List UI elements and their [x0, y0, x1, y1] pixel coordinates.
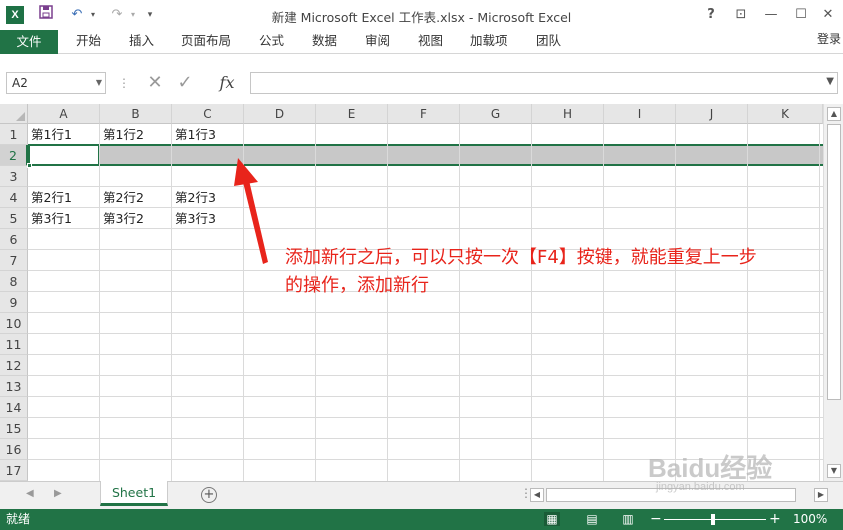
- normal-view-icon[interactable]: ▦: [544, 512, 560, 526]
- cell-b1[interactable]: 第1行2: [100, 124, 172, 145]
- annotation-line-2: 的操作，添加新行: [285, 275, 429, 296]
- annotation-line-1: 添加新行之后，可以只按一次【F4】按键，就能重复上一步: [285, 247, 757, 268]
- vertical-scroll-thumb[interactable]: [827, 124, 841, 400]
- tab-addins[interactable]: 加载项: [470, 30, 508, 54]
- row-header-14[interactable]: 14: [0, 397, 28, 418]
- row-header-10[interactable]: 10: [0, 313, 28, 334]
- column-header-j[interactable]: J: [676, 104, 748, 124]
- name-box-dropdown-icon[interactable]: ▼: [96, 73, 102, 93]
- row-header-16[interactable]: 16: [0, 439, 28, 460]
- name-box[interactable]: A2 ▼: [6, 72, 106, 94]
- insert-function-icon[interactable]: fx: [214, 72, 240, 94]
- row-header-6[interactable]: 6: [0, 229, 28, 250]
- sheet-tab-sheet1[interactable]: Sheet1: [100, 481, 168, 506]
- horizontal-scroll-thumb[interactable]: [546, 488, 796, 502]
- tab-formulas[interactable]: 公式: [259, 30, 284, 54]
- row-header-3[interactable]: 3: [0, 166, 28, 187]
- status-text: 就绪: [6, 512, 31, 526]
- formula-input[interactable]: ▼: [250, 72, 838, 94]
- row-header-1[interactable]: 1: [0, 124, 28, 145]
- cell-a1[interactable]: 第1行1: [28, 124, 100, 145]
- vertical-scrollbar[interactable]: ▲ ▼: [823, 104, 843, 481]
- column-header-d[interactable]: D: [244, 104, 316, 124]
- expand-formula-bar-icon[interactable]: ▼: [826, 76, 834, 87]
- name-box-value: A2: [12, 76, 28, 90]
- ribbon-tabs: 文件 开始 插入 页面布局 公式 数据 审阅 视图 加载项 团队 登录: [0, 30, 843, 54]
- selected-row-2[interactable]: [28, 144, 823, 166]
- tab-page-layout[interactable]: 页面布局: [181, 30, 231, 54]
- page-layout-view-icon[interactable]: ▤: [584, 512, 600, 526]
- scroll-right-icon[interactable]: ▶: [814, 488, 828, 502]
- tab-view[interactable]: 视图: [418, 30, 443, 54]
- formula-bar-grip-icon: ⋮: [118, 76, 130, 90]
- row-header-5[interactable]: 5: [0, 208, 28, 229]
- cell-area[interactable]: 第1行1 第1行2 第1行3 第2行1 第2行2 第2行3 第3行1 第3行2 …: [27, 124, 823, 481]
- column-header-g[interactable]: G: [460, 104, 532, 124]
- row-header-2[interactable]: 2: [0, 145, 28, 166]
- help-button[interactable]: ?: [700, 4, 722, 26]
- active-cell-a2[interactable]: [28, 144, 100, 166]
- scroll-left-icon[interactable]: ◀: [530, 488, 544, 502]
- cell-a5[interactable]: 第3行1: [28, 208, 100, 229]
- select-all-button[interactable]: [0, 104, 28, 124]
- title-bar: X ↶ ▾ ↷ ▾ ▾ 新建 Microsoft Excel 工作表.xlsx …: [0, 0, 843, 30]
- formula-bar-area: A2 ▼ ⋮ ✕ ✓ fx ▼: [0, 54, 843, 104]
- cell-c4[interactable]: 第2行3: [172, 187, 244, 208]
- column-header-e[interactable]: E: [316, 104, 388, 124]
- column-header-h[interactable]: H: [532, 104, 604, 124]
- column-header-k[interactable]: K: [748, 104, 823, 124]
- column-header-c[interactable]: C: [172, 104, 244, 124]
- cell-b4[interactable]: 第2行2: [100, 187, 172, 208]
- horizontal-scrollbar[interactable]: ◀ ▶: [530, 488, 828, 504]
- confirm-entry-icon[interactable]: ✓: [172, 72, 198, 94]
- column-header-a[interactable]: A: [28, 104, 100, 124]
- new-sheet-icon[interactable]: +: [201, 487, 217, 503]
- cell-b5[interactable]: 第3行2: [100, 208, 172, 229]
- page-break-preview-icon[interactable]: ▥: [620, 512, 636, 526]
- scroll-up-icon[interactable]: ▲: [827, 107, 841, 121]
- sign-in-link[interactable]: 登录: [817, 30, 843, 52]
- row-header-4[interactable]: 4: [0, 187, 28, 208]
- sheet-prev-icon[interactable]: ◀: [26, 488, 34, 499]
- tab-file[interactable]: 文件: [0, 30, 58, 54]
- minimize-button[interactable]: —: [760, 4, 782, 26]
- restore-button[interactable]: ☐: [790, 4, 812, 26]
- tab-review[interactable]: 审阅: [365, 30, 390, 54]
- row-header-8[interactable]: 8: [0, 271, 28, 292]
- fill-handle[interactable]: [27, 163, 32, 168]
- cell-a4[interactable]: 第2行1: [28, 187, 100, 208]
- tab-insert[interactable]: 插入: [129, 30, 154, 54]
- zoom-slider-thumb[interactable]: [711, 514, 715, 525]
- zoom-level[interactable]: 100%: [793, 509, 827, 530]
- tab-data[interactable]: 数据: [312, 30, 337, 54]
- column-header-f[interactable]: F: [388, 104, 460, 124]
- tab-home[interactable]: 开始: [76, 30, 101, 54]
- zoom-in-button[interactable]: +: [769, 509, 781, 530]
- scroll-down-icon[interactable]: ▼: [827, 464, 841, 478]
- row-header-9[interactable]: 9: [0, 292, 28, 313]
- tab-team[interactable]: 团队: [536, 30, 561, 54]
- zoom-out-button[interactable]: −: [650, 509, 662, 530]
- excel-window: X ↶ ▾ ↷ ▾ ▾ 新建 Microsoft Excel 工作表.xlsx …: [0, 0, 843, 530]
- row-header-17[interactable]: 17: [0, 460, 28, 481]
- row-header-12[interactable]: 12: [0, 355, 28, 376]
- close-button[interactable]: ✕: [817, 4, 839, 26]
- ribbon-display-options-button[interactable]: ⊡: [730, 4, 752, 26]
- column-header-i[interactable]: I: [604, 104, 676, 124]
- row-header-13[interactable]: 13: [0, 376, 28, 397]
- cell-c5[interactable]: 第3行3: [172, 208, 244, 229]
- row-header-15[interactable]: 15: [0, 418, 28, 439]
- cancel-entry-icon[interactable]: ✕: [142, 72, 168, 94]
- status-bar: 就绪 ▦ ▤ ▥ − + 100%: [0, 509, 843, 530]
- zoom-slider[interactable]: [664, 519, 766, 520]
- sheet-tab-bar: ◀ ▶ Sheet1 + ⋮ ◀ ▶: [0, 481, 843, 509]
- cell-c1[interactable]: 第1行3: [172, 124, 244, 145]
- row-header-7[interactable]: 7: [0, 250, 28, 271]
- sheet-next-icon[interactable]: ▶: [54, 488, 62, 499]
- row-header-11[interactable]: 11: [0, 334, 28, 355]
- annotation-text: 添加新行之后，可以只按一次【F4】按键，就能重复上一步 的操作，添加新行: [285, 244, 825, 300]
- column-header-b[interactable]: B: [100, 104, 172, 124]
